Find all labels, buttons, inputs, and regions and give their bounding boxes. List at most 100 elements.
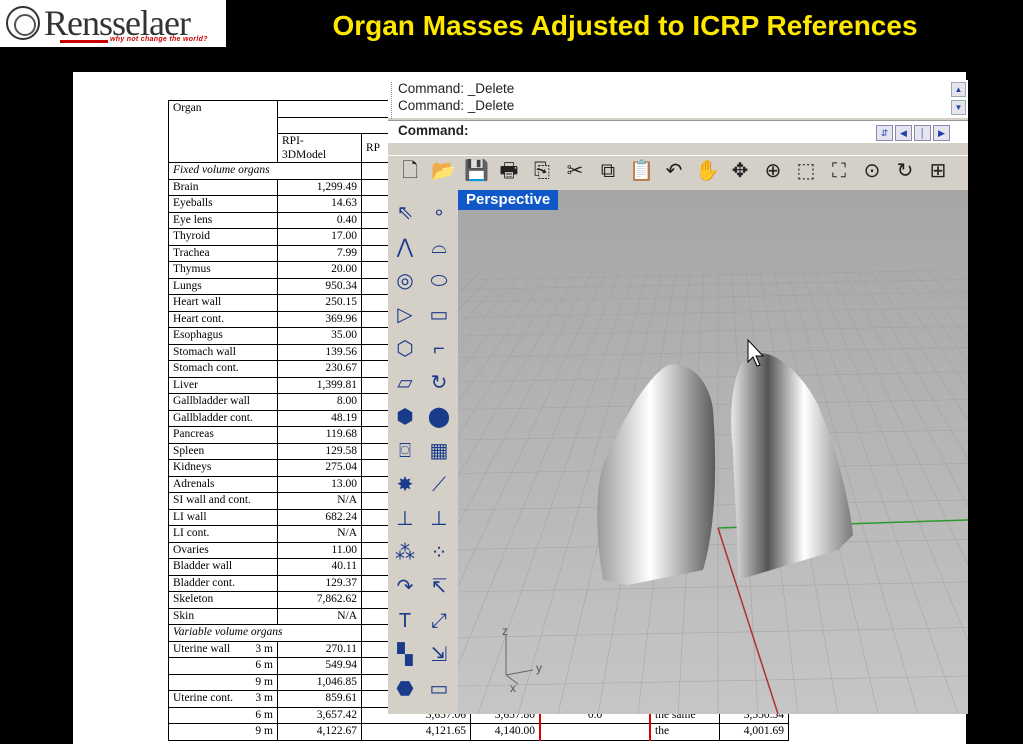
mass-value: 8.00 [277, 393, 362, 411]
month-label: 3 m [255, 642, 273, 655]
value-cell: 270.11 [277, 640, 362, 658]
prev-icon[interactable]: ◀ [895, 125, 912, 141]
rectangle-icon[interactable]: ▭ [424, 300, 454, 330]
logo-bar [60, 40, 108, 43]
mass-value: 11.00 [277, 541, 362, 559]
value-cell: 859.61 [277, 690, 362, 708]
new-icon[interactable]: 🗋 [398, 158, 422, 184]
circle-icon[interactable]: ◎ [390, 266, 420, 296]
mass-value: N/A [277, 492, 362, 510]
pan-icon[interactable]: ✋ [695, 158, 720, 184]
polyline-icon[interactable]: ⋀ [390, 232, 420, 262]
value-cell: 4,001.69 [719, 723, 789, 741]
organ-name: Bladder wall [168, 558, 278, 576]
value-cell [539, 723, 651, 741]
mass-value: 7.99 [277, 244, 362, 262]
mass-value: 950.34 [277, 277, 362, 295]
explode-icon[interactable]: ✸ [390, 470, 420, 500]
sweep-icon[interactable]: ↻ [424, 368, 454, 398]
mass-value: 129.37 [277, 574, 362, 592]
array-icon[interactable]: ⁘ [424, 538, 454, 568]
zoom-extents-icon[interactable]: ⛶ [827, 158, 851, 184]
curve-icon[interactable]: ⌓ [424, 232, 454, 262]
join-icon[interactable]: ⊥ [424, 504, 454, 534]
surface-icon[interactable]: ▱ [390, 368, 420, 398]
main-toolbar: ⇖ ∘ ⋀ ⌓ ◎ ⬭ ▷ ▭ ⬡ ⌐ ▱ ↻ ⬢ ⬤ ⌼ ▦ ✸ ⟋ ⊥ ⊥ ⁂ ⁘ ↷ ↸ T ⤢ ▚ ⇲ ⬣ ▭ [388, 188, 458, 714]
organ-name: Kidneys [168, 459, 278, 477]
open-icon[interactable]: 📂 [431, 158, 456, 184]
mesh-icon[interactable]: ▦ [424, 436, 454, 466]
mass-value: 139.56 [277, 343, 362, 361]
organ-name: Spleen [168, 442, 278, 460]
save-icon[interactable]: 💾 [464, 158, 489, 184]
spin-icon[interactable]: ⇵ [876, 125, 893, 141]
plane-icon[interactable]: ▭ [424, 674, 454, 704]
organ-name: 6 m [168, 706, 278, 724]
command-history: Command: _Delete Command: _Delete ▲ ▼ [388, 80, 968, 118]
text-icon[interactable]: T [390, 606, 420, 636]
fillet-icon[interactable]: ⌐ [424, 334, 454, 364]
scroll-up-icon[interactable]: ▲ [951, 82, 966, 97]
group-icon[interactable]: ⁂ [390, 538, 420, 568]
mass-value: 129.58 [277, 442, 362, 460]
zoom-selected-icon[interactable]: ⊙ [860, 158, 884, 184]
solid-icon[interactable]: ⬣ [390, 674, 420, 704]
rotate-icon[interactable]: ↻ [893, 158, 917, 184]
organ-name: Gallbladder cont. [168, 409, 278, 427]
cylinder-icon[interactable]: ⌼ [390, 436, 420, 466]
month-label: 3 m [255, 692, 273, 705]
next-icon[interactable]: ▶ [933, 125, 950, 141]
month-label: 9 m [255, 725, 273, 738]
zoom-window-icon[interactable]: ⬚ [794, 158, 818, 184]
box-icon[interactable]: ⬢ [390, 402, 420, 432]
mass-value: 17.00 [277, 228, 362, 246]
value-cell: 4,122.67 [277, 723, 362, 741]
organ-name: Liver [168, 376, 278, 394]
scale-icon[interactable]: ⤢ [424, 606, 454, 636]
zoom-in-icon[interactable]: ⊕ [761, 158, 785, 184]
command-prompt[interactable]: Command: ⇵ ◀ │ ▶ [388, 120, 968, 143]
viewport-title[interactable]: Perspective [458, 190, 559, 210]
mass-value: 14.63 [277, 195, 362, 213]
ellipse-icon[interactable]: ⬭ [424, 266, 454, 296]
rensselaer-logo: Rensselaer why not change the world? [0, 0, 226, 47]
organ-name: Gallbladder wall [168, 393, 278, 411]
extend-icon[interactable]: ↸ [424, 572, 454, 602]
paste-icon[interactable]: 📋 [629, 158, 654, 184]
transform-icon[interactable]: ⇲ [424, 640, 454, 670]
organ-name: 9 m [168, 673, 278, 691]
undo-icon[interactable]: ↶ [662, 158, 686, 184]
copy-icon[interactable]: ⧉ [596, 158, 620, 184]
scroll-down-icon[interactable]: ▼ [951, 100, 966, 115]
history-line: Command: _Delete [398, 98, 515, 113]
trim-icon[interactable]: ⟋ [424, 470, 454, 500]
organ-name: Thyroid [168, 228, 278, 246]
print-icon[interactable]: 🖶 [497, 158, 521, 184]
month-label: 6 m [255, 659, 273, 672]
mass-value: 48.19 [277, 409, 362, 427]
mass-value: 7,862.62 [277, 591, 362, 609]
copy-doc-icon[interactable]: ⎘ [530, 158, 554, 184]
mass-value: 13.00 [277, 475, 362, 493]
organ-label: Uterine cont. [173, 692, 234, 705]
mass-value: 369.96 [277, 310, 362, 328]
mass-value: 682.24 [277, 508, 362, 526]
mass-value: N/A [277, 525, 362, 543]
cut-icon[interactable]: ✂ [563, 158, 587, 184]
organ-name: Trachea [168, 244, 278, 262]
mass-value: 35.00 [277, 327, 362, 345]
offset-icon[interactable]: ↷ [390, 572, 420, 602]
value-cell: 549.94 [277, 657, 362, 675]
rotate-view-icon[interactable]: ✥ [728, 158, 752, 184]
arc-icon[interactable]: ⬡ [390, 334, 420, 364]
organ-name: Heart wall [168, 294, 278, 312]
viewport-layout-icon[interactable]: ⊞ [926, 158, 950, 184]
boolean-icon[interactable]: ⬤ [424, 402, 454, 432]
block-icon[interactable]: ▚ [390, 640, 420, 670]
perspective-viewport[interactable]: z y x Perspective [458, 190, 968, 714]
point-icon[interactable]: ∘ [424, 198, 454, 228]
split-icon[interactable]: ⊥ [390, 504, 420, 534]
select-icon[interactable]: ⇖ [390, 198, 420, 228]
polygon-icon[interactable]: ▷ [390, 300, 420, 330]
organ-name: Bladder cont. [168, 574, 278, 592]
